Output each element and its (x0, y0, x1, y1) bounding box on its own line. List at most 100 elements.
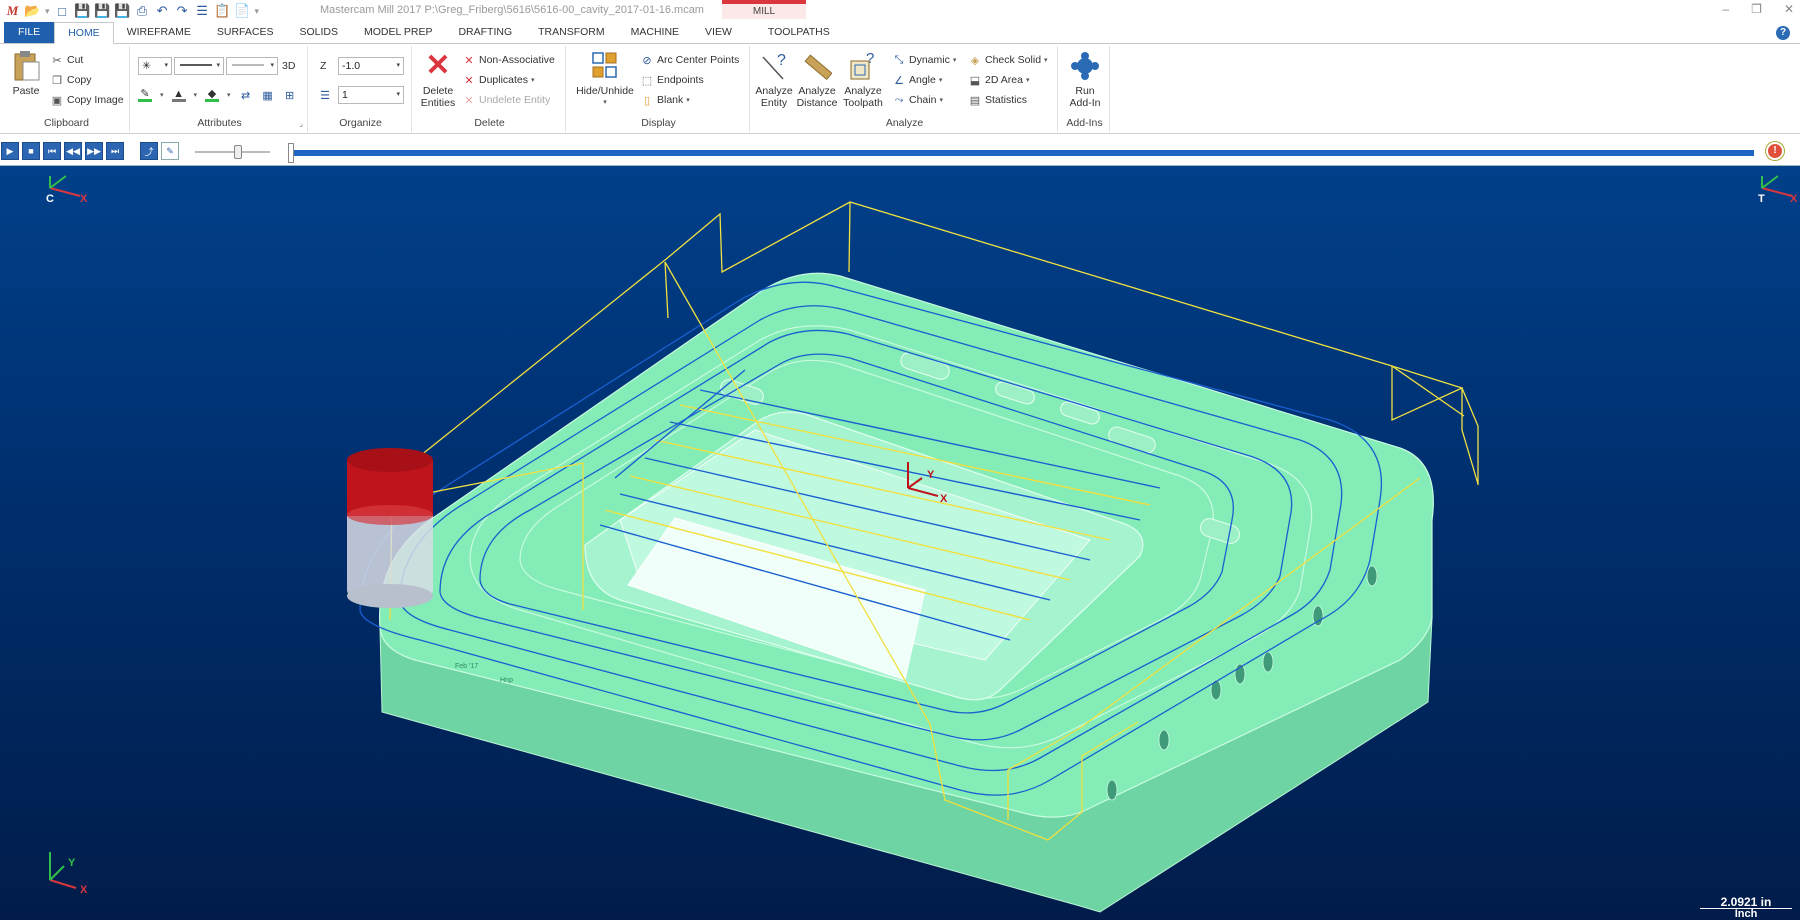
play-icon[interactable]: ▶ (1, 142, 19, 160)
backplot-progress-handle[interactable] (288, 143, 294, 163)
svg-text:?: ? (777, 52, 786, 69)
analyze-entity-button[interactable]: ? Analyze Entity (754, 50, 794, 109)
display-group: Hide/Unhide ▾ ⊘ Arc Center Points ⬚ Endp… (568, 46, 750, 132)
area-2d-icon: ⬓ (969, 74, 981, 87)
gview-right-x-label: X (1790, 193, 1798, 205)
skip-end-icon[interactable]: ⏭ (106, 142, 124, 160)
copy-button[interactable]: ❐ Copy (50, 71, 91, 89)
line-style-select[interactable]: ▾ (174, 57, 224, 75)
tab-file[interactable]: FILE (4, 22, 55, 43)
restore-icon[interactable]: ❐ (1751, 2, 1762, 16)
gview-indicator-left: C X (46, 175, 88, 205)
analyze-toolpath-button[interactable]: ? Analyze Toolpath (840, 50, 886, 109)
mode-3d-toggle[interactable]: 3D (282, 57, 295, 75)
wireframe-color-icon[interactable]: ✎ (138, 88, 152, 102)
copy-image-label: Copy Image (67, 94, 124, 106)
attributes-manager-icon[interactable]: ⊞ (283, 88, 297, 102)
step-forward-icon[interactable]: ▶▶ (85, 142, 103, 160)
level-icon: ☰ (320, 89, 330, 102)
check-solid-button[interactable]: ◈ Check Solid ▾ (968, 51, 1048, 69)
levels-icon[interactable]: ☰ (194, 3, 211, 19)
undelete-entity-button[interactable]: ✕ Undelete Entity (462, 91, 550, 109)
solid-color-icon[interactable]: ▲ (171, 88, 186, 102)
angle-button[interactable]: ∠ Angle ▾ (892, 71, 942, 89)
redo-icon[interactable]: ↷ (174, 3, 191, 19)
dynamic-button[interactable]: ⤡ Dynamic ▾ (892, 51, 957, 69)
blank-button[interactable]: ▯ Blank ▾ (640, 91, 690, 109)
help-icon[interactable]: ? (1776, 26, 1790, 40)
surface-color-icon[interactable]: ◆ (205, 88, 220, 102)
tab-wireframe[interactable]: WIREFRAME (114, 22, 204, 43)
non-associative-icon: ✕ (464, 54, 474, 67)
gview-indicator-right: T X (1758, 175, 1798, 205)
duplicates-button[interactable]: ✕ Duplicates ▾ (462, 71, 534, 89)
endpoints-button[interactable]: ⬚ Endpoints (640, 71, 704, 89)
tab-toolpaths[interactable]: TOOLPATHS (755, 22, 843, 43)
tab-machine[interactable]: MACHINE (618, 22, 692, 43)
skip-start-icon[interactable]: ⏮ (43, 142, 61, 160)
tab-transform[interactable]: TRANSFORM (525, 22, 618, 43)
cut-label: Cut (67, 54, 84, 66)
tab-drafting[interactable]: DRAFTING (445, 22, 525, 43)
clear-color-icon[interactable]: ▦ (261, 88, 275, 102)
hide-unhide-button[interactable]: Hide/Unhide ▾ (570, 50, 640, 109)
chain-button[interactable]: ⤳ Chain ▾ (892, 91, 943, 109)
paste-button[interactable]: Paste (6, 50, 46, 97)
svg-text:?: ? (866, 51, 874, 67)
scale-unit: Inch (1734, 908, 1758, 920)
non-associative-button[interactable]: ✕ Non-Associative (462, 51, 554, 69)
addins-group: Run Add-In Add-Ins (1060, 46, 1110, 132)
undo-icon[interactable]: ↶ (154, 3, 171, 19)
line-width-select[interactable]: ▾ (226, 57, 278, 75)
arc-center-points-button[interactable]: ⊘ Arc Center Points (640, 51, 739, 69)
level-select[interactable]: 1 ▾ (338, 86, 404, 104)
stop-backplot-icon[interactable]: ! (1766, 142, 1784, 160)
dropdown-icon[interactable]: ▾ (45, 6, 50, 17)
save-all-icon[interactable]: 💾 (114, 3, 131, 19)
open-file-icon[interactable]: 📂 (24, 3, 41, 19)
stop-playback-icon[interactable]: ■ (22, 142, 40, 160)
statistics-button[interactable]: ▤ Statistics (968, 91, 1027, 109)
show-tool-icon[interactable]: ✎ (161, 142, 179, 160)
cut-button[interactable]: ✂ Cut (50, 51, 83, 69)
run-add-in-button[interactable]: Run Add-In (1062, 50, 1108, 109)
copy-image-button[interactable]: ▣ Copy Image (50, 91, 124, 109)
tab-surfaces[interactable]: SURFACES (204, 22, 287, 43)
set-all-icon[interactable]: ⇄ (239, 88, 253, 102)
customize-qat-icon[interactable]: ▾ (255, 6, 260, 17)
tab-model-prep[interactable]: MODEL PREP (351, 22, 445, 43)
analyze-toolpath-icon: ? (847, 50, 879, 82)
close-icon[interactable]: ✕ (1784, 2, 1794, 16)
mastercam-logo-icon[interactable]: M (4, 3, 21, 19)
quick-access-toolbar: M 📂 ▾ □ 💾 💾 💾 ⎙ ↶ ↷ ☰ 📋 📄 ▾ (0, 3, 260, 19)
save-as-icon[interactable]: 💾 (94, 3, 111, 19)
mastercam-window: M 📂 ▾ □ 💾 💾 💾 ⎙ ↶ ↷ ☰ 📋 📄 ▾ Mastercam Mi… (0, 0, 1800, 920)
point-style-select[interactable]: ✳ ▾ (138, 57, 172, 75)
graphics-viewport[interactable]: Feb '17 Hnp X Y C X T X X Y (0, 166, 1800, 920)
dialog-launcher-icon[interactable]: ⌟ (299, 119, 303, 128)
new-file-icon[interactable]: □ (54, 3, 71, 19)
delete-entities-button[interactable]: ✕ Delete Entities (416, 50, 460, 110)
document-icon[interactable]: 📄 (234, 3, 251, 19)
part-engraving-mark: Hnp (500, 677, 513, 684)
area-2d-button[interactable]: ⬓ 2D Area ▾ (968, 71, 1030, 89)
show-toolpath-icon[interactable]: ⤴ (140, 142, 158, 160)
step-back-icon[interactable]: ◀◀ (64, 142, 82, 160)
gview-t-label: T (1758, 193, 1765, 205)
world-axes-indicator: X Y (49, 852, 88, 896)
clipboard-icon[interactable]: 📋 (214, 3, 231, 19)
speed-slider-track[interactable] (195, 151, 270, 153)
tab-solids[interactable]: SOLIDS (286, 22, 351, 43)
save-icon[interactable]: 💾 (74, 3, 91, 19)
minimize-icon[interactable]: – (1722, 2, 1729, 16)
tab-home[interactable]: HOME (54, 22, 114, 44)
z-depth-select[interactable]: -1.0 ▾ (338, 57, 404, 75)
point-style-icon: ✳ (142, 60, 151, 72)
analyze-distance-button[interactable]: Analyze Distance (796, 50, 838, 109)
tab-view[interactable]: VIEW (692, 22, 745, 43)
speed-slider-thumb[interactable] (234, 145, 242, 159)
backplot-progress-track[interactable] (292, 150, 1754, 156)
context-tab-mill: MILL (722, 0, 806, 19)
print-icon[interactable]: ⎙ (134, 3, 151, 19)
window-controls: – ❐ ✕ (1722, 2, 1794, 16)
